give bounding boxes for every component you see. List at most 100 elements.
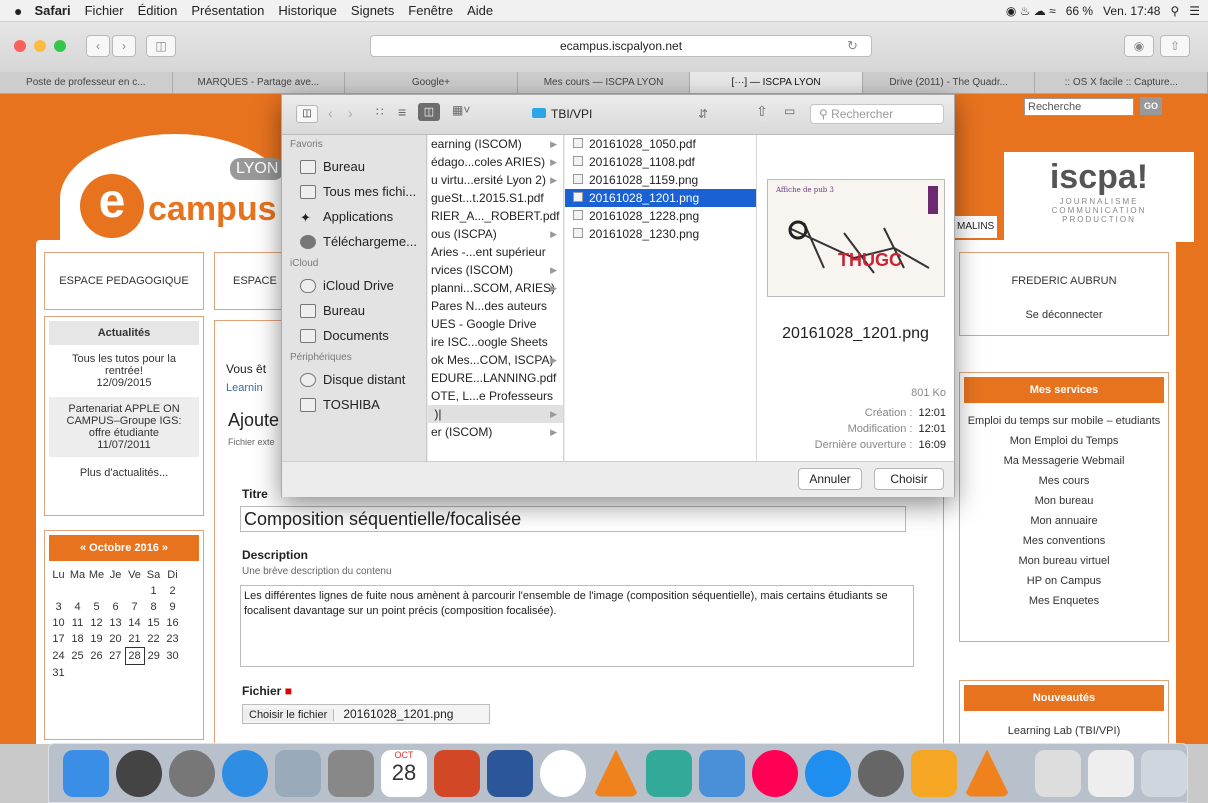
calendar-day[interactable]: 12 [87, 615, 106, 631]
menu-edition[interactable]: Édition [138, 3, 178, 18]
downloads-icon[interactable]: ◉ [1124, 35, 1154, 57]
arrange-icon[interactable]: ▦˅ [452, 103, 470, 117]
screenshot-icon[interactable] [1035, 749, 1081, 797]
calendar-day[interactable]: 3 [49, 599, 68, 615]
folder-column-item[interactable]: ok Mes...COM, ISCPA) ▶ [428, 351, 563, 369]
icon-view-icon[interactable]: ∷ [376, 105, 384, 119]
folder-column-item[interactable]: OTE, L...e Professeurs [428, 387, 563, 405]
news-more-link[interactable]: Plus d'actualités... [45, 461, 203, 485]
calendar-day[interactable]: 14 [125, 615, 144, 631]
sidebar-item-disque-distant[interactable]: Disque distant [282, 367, 426, 392]
clock[interactable]: Ven. 17:48 [1103, 4, 1160, 18]
calendar-day[interactable]: 18 [68, 631, 87, 648]
vlc-icon[interactable] [593, 749, 639, 797]
menu-fenetre[interactable]: Fenêtre [408, 3, 453, 18]
nav-espace-a[interactable]: ESPACE A [214, 252, 284, 343]
safari-icon[interactable] [222, 749, 268, 797]
news-item[interactable]: Tous les tutos pour la rentrée! 12/09/201… [45, 349, 203, 393]
app-store-icon[interactable] [805, 749, 851, 797]
calendar-day[interactable]: 1 [144, 583, 163, 599]
close-window-button[interactable] [14, 40, 26, 52]
calendar-day[interactable]: 10 [49, 615, 68, 631]
calendar-day[interactable]: 19 [87, 631, 106, 648]
calculator-icon[interactable] [328, 749, 374, 797]
calendar-day[interactable]: 21 [125, 631, 144, 648]
keynote-icon[interactable] [699, 749, 745, 797]
battery-level[interactable]: 66 % [1066, 4, 1093, 18]
service-link[interactable]: Mes conventions [960, 531, 1168, 551]
file-list-item[interactable]: 20161028_1228.png [565, 207, 756, 225]
sidebar-item-tous-mes-fichiers[interactable]: Tous mes fichi... [282, 179, 426, 204]
status-icons[interactable]: ◉ ♨ ☁ ≈ [1006, 4, 1056, 18]
utility-icon[interactable] [911, 749, 957, 797]
calendar-day[interactable]: 15 [144, 615, 163, 631]
calendar-day[interactable]: 25 [68, 648, 87, 665]
calendar-day[interactable]: 17 [49, 631, 68, 648]
nav-espace-pedagogique[interactable]: ESPACE PEDAGOGIQUE [44, 252, 204, 310]
folder-column-item[interactable]: planni...SCOM, ARIES) ▶ [428, 279, 563, 297]
menu-aide[interactable]: Aide [467, 3, 493, 18]
calendar-day[interactable]: 5 [87, 599, 106, 615]
file-list-item[interactable]: 20161028_1050.pdf [565, 135, 756, 153]
service-link[interactable]: Mes cours [960, 471, 1168, 491]
calendar-icon[interactable]: OCT 28 [381, 749, 427, 797]
folder-column-item[interactable]: UES - Google Drive [428, 315, 563, 333]
minimize-window-button[interactable] [34, 40, 46, 52]
sidebar-item-icloud-drive[interactable]: iCloud Drive [282, 273, 426, 298]
photos-icon[interactable] [540, 749, 586, 797]
app-menu[interactable]: Safari [34, 3, 70, 18]
back-icon[interactable]: ‹ [328, 105, 333, 121]
sidebar-item-applications[interactable]: ✦ Applications [282, 204, 426, 229]
folder-popup[interactable]: TBI/VPI ⇵ [532, 103, 712, 125]
folder-column-item[interactable]: EDURE...LANNING.pdf [428, 369, 563, 387]
address-bar[interactable]: ecampus.iscpalyon.net [370, 35, 872, 57]
breadcrumb-2[interactable]: Learnin [226, 382, 263, 394]
folder-column-item[interactable]: ire ISC...oogle Sheets [428, 333, 563, 351]
calendar-day[interactable]: 2 [163, 583, 182, 599]
service-link[interactable]: Mon Emploi du Temps [960, 431, 1168, 451]
tag-icon[interactable]: ▭ [784, 104, 795, 118]
downloads-stack-icon[interactable] [1088, 749, 1134, 797]
folder-column-item[interactable]: Pares N...des auteurs [428, 297, 563, 315]
site-search-button[interactable]: GO [1140, 97, 1162, 115]
folder-column-item[interactable]: u virtu...ersité Lyon 2) ▶ [428, 171, 563, 189]
menu-presentation[interactable]: Présentation [191, 3, 264, 18]
sidebar-item-documents[interactable]: Documents [282, 323, 426, 348]
cancel-button[interactable]: Annuler [798, 468, 862, 490]
calendar-day[interactable]: 11 [68, 615, 87, 631]
file-input[interactable]: Choisir le fichier 20161028_1201.png [242, 704, 490, 724]
notifications-icon[interactable]: ☰ [1189, 4, 1200, 18]
service-link[interactable]: Emploi du temps sur mobile – etudiants [960, 411, 1168, 431]
service-link[interactable]: Mes Enquetes [960, 591, 1168, 611]
file-list-item[interactable]: 20161028_1201.png [565, 189, 756, 207]
vlc-icon[interactable] [964, 749, 1010, 797]
reload-icon[interactable]: ↻ [847, 38, 858, 54]
logout-link[interactable]: Se déconnecter [960, 309, 1168, 321]
sidebar-toggle-icon[interactable]: ◫ [296, 105, 318, 123]
calendar-month-title[interactable]: « Octobre 2016 » [49, 535, 199, 561]
dialog-search-input[interactable]: ⚲ Rechercher [810, 104, 944, 124]
calendar-day[interactable]: 24 [49, 648, 68, 665]
launchpad-icon[interactable] [169, 749, 215, 797]
service-link[interactable]: HP on Campus [960, 571, 1168, 591]
share-icon[interactable]: ⇧ [1160, 35, 1190, 57]
mail-icon[interactable] [275, 749, 321, 797]
folder-column-item[interactable]: ous (ISCPA) ▶ [428, 225, 563, 243]
calendar-day[interactable]: 22 [144, 631, 163, 648]
folder-column-item[interactable]: gueSt...t.2015.S1.pdf [428, 189, 563, 207]
calendar-day[interactable]: 7 [125, 599, 144, 615]
finder-icon[interactable] [63, 749, 109, 797]
calendar-day[interactable]: 9 [163, 599, 182, 615]
calendar-day[interactable]: 31 [49, 665, 68, 681]
siri-icon[interactable] [116, 749, 162, 797]
calendar-day[interactable]: 28 [124, 647, 145, 665]
calendar-day[interactable]: 8 [144, 599, 163, 615]
calendar-day[interactable]: 23 [163, 631, 182, 648]
description-textarea[interactable]: Les différentes lignes de fuite nous amè… [240, 585, 914, 667]
nav-malins[interactable]: MALINS [955, 216, 997, 238]
share-icon[interactable]: ⇧ [756, 103, 768, 120]
numbers-icon[interactable] [646, 749, 692, 797]
back-button[interactable]: ‹ [86, 35, 110, 57]
search-icon[interactable]: ⚲ [1170, 4, 1179, 18]
tab-1[interactable]: MARQUES - Partage ave... [173, 72, 346, 93]
